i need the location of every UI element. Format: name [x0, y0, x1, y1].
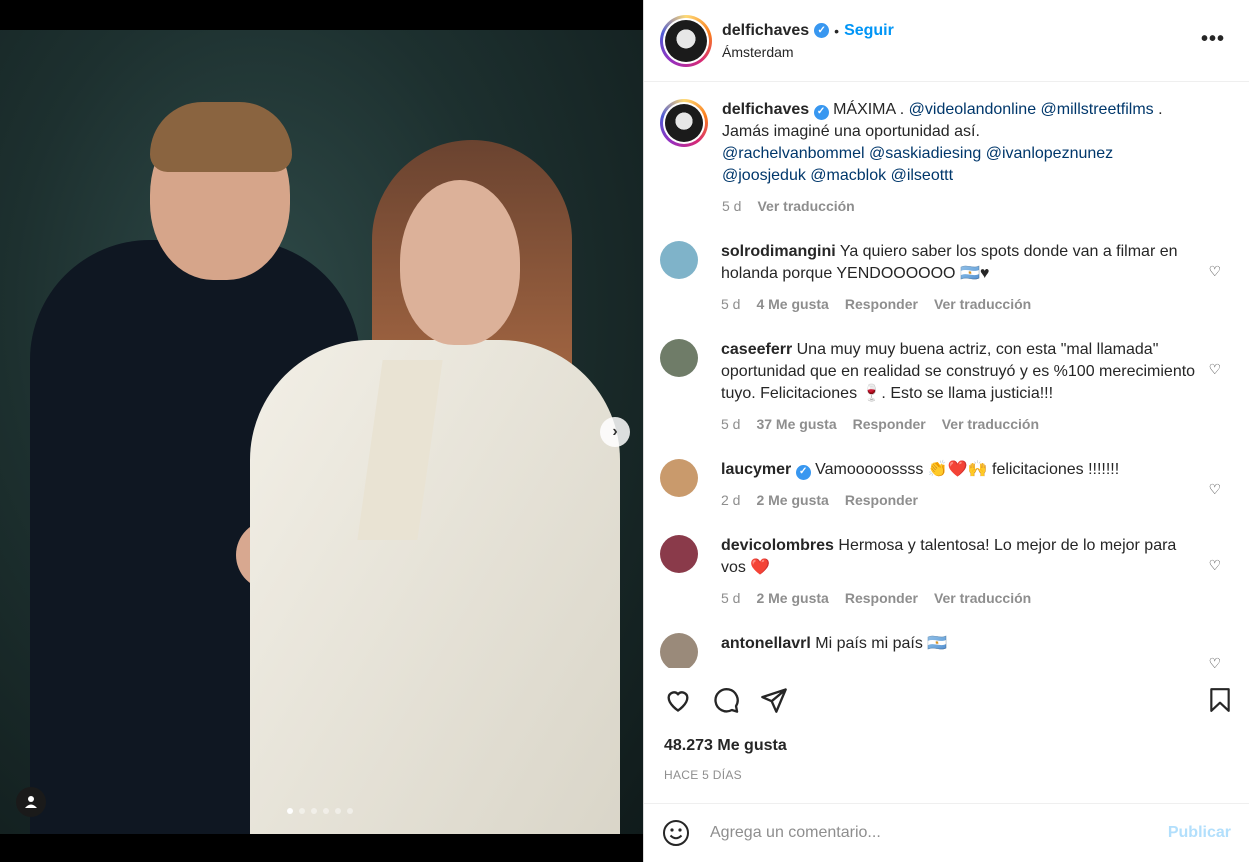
- comment-item: caseeferr Una muy muy buena actriz, con …: [660, 339, 1233, 435]
- comment-username[interactable]: devicolombres: [721, 537, 834, 554]
- bookmark-icon[interactable]: [1207, 686, 1233, 714]
- post-media: ›: [0, 0, 643, 862]
- follow-button[interactable]: Seguir: [844, 22, 894, 40]
- caption-username[interactable]: delfichaves: [722, 101, 809, 118]
- comment-username[interactable]: antonellavrl: [721, 635, 811, 652]
- post-photo[interactable]: [0, 30, 643, 834]
- post-header: delfichaves ✓ • Seguir Ámsterdam •••: [644, 0, 1249, 82]
- carousel-dots: [287, 808, 353, 814]
- avatar[interactable]: [660, 339, 698, 377]
- translate-button[interactable]: Ver traducción: [757, 195, 854, 217]
- comment-item: laucymer ✓ Vamooooossss 👏❤️🙌 felicitacio…: [660, 459, 1233, 511]
- carousel-dot: [299, 808, 305, 814]
- carousel-dot: [323, 808, 329, 814]
- user-icon: [25, 796, 37, 808]
- verified-icon: ✓: [814, 23, 830, 38]
- heart-icon[interactable]: ♡: [1208, 481, 1221, 498]
- tagged-users-button[interactable]: [16, 787, 46, 817]
- comment-bubble-icon[interactable]: [712, 686, 740, 714]
- comment-item: solrodimangini Ya quiero saber los spots…: [660, 241, 1233, 315]
- comment-text: Vamooooossss 👏❤️🙌 felicitaciones !!!!!!!: [815, 461, 1120, 478]
- avatar[interactable]: [660, 535, 698, 573]
- photo-woman-face: [400, 180, 520, 345]
- header-username[interactable]: delfichaves: [722, 22, 809, 40]
- more-options-icon[interactable]: •••: [1201, 28, 1225, 51]
- likes-count[interactable]: 48.273 Me gusta: [664, 737, 787, 755]
- comments-list[interactable]: delfichaves ✓ MÁXIMA . @videolandonline …: [644, 83, 1249, 668]
- translate-button[interactable]: Ver traducción: [934, 293, 1031, 315]
- avatar[interactable]: [660, 633, 698, 668]
- photo-man-hair: [150, 102, 292, 172]
- mention-link[interactable]: @macblok: [810, 167, 886, 184]
- comment-age[interactable]: 5 d: [721, 293, 740, 315]
- caption: delfichaves ✓ MÁXIMA . @videolandonline …: [660, 99, 1233, 217]
- verified-icon: ✓: [813, 104, 829, 120]
- header-separator: •: [834, 22, 840, 39]
- comment-text: Una muy muy buena actriz, con esta "mal …: [721, 341, 1196, 402]
- heart-icon[interactable]: ♡: [1208, 361, 1221, 378]
- post-side-panel: delfichaves ✓ • Seguir Ámsterdam ••• del…: [643, 0, 1249, 862]
- avatar[interactable]: [660, 241, 698, 279]
- comment-likes[interactable]: 2 Me gusta: [756, 489, 828, 511]
- carousel-dot: [347, 808, 353, 814]
- reply-button[interactable]: Responder: [853, 413, 926, 435]
- comment-item: antonellavrl Mi país mi país 🇦🇷 ♡: [660, 633, 1233, 668]
- comment-text: Mi país mi país 🇦🇷: [815, 635, 948, 652]
- mention-link[interactable]: @ilseottt: [891, 167, 953, 184]
- location-link[interactable]: Ámsterdam: [722, 44, 894, 60]
- reply-button[interactable]: Responder: [845, 293, 918, 315]
- reply-button[interactable]: Responder: [845, 489, 918, 511]
- mention-link[interactable]: @saskiadiesing: [869, 145, 981, 162]
- comment-age[interactable]: 2 d: [721, 489, 740, 511]
- heart-icon[interactable]: ♡: [1208, 655, 1221, 668]
- emoji-icon[interactable]: [662, 819, 690, 847]
- comment-likes[interactable]: 4 Me gusta: [756, 293, 828, 315]
- avatar[interactable]: [660, 459, 698, 497]
- translate-button[interactable]: Ver traducción: [942, 413, 1039, 435]
- comment-username[interactable]: laucymer: [721, 461, 791, 478]
- mention-link[interactable]: @rachelvanbommel: [722, 145, 865, 162]
- post-time[interactable]: HACE 5 DÍAS: [664, 768, 742, 782]
- reply-button[interactable]: Responder: [845, 587, 918, 609]
- caption-text: .: [1158, 101, 1163, 118]
- comment-username[interactable]: solrodimangini: [721, 243, 836, 260]
- comment-item: devicolombres Hermosa y talentosa! Lo me…: [660, 535, 1233, 609]
- carousel-next-button[interactable]: ›: [600, 417, 630, 447]
- caption-avatar[interactable]: [660, 99, 708, 147]
- heart-icon[interactable]: ♡: [1208, 263, 1221, 280]
- heart-icon[interactable]: ♡: [1208, 557, 1221, 574]
- mention-link[interactable]: @ivanlopeznunez: [986, 145, 1113, 162]
- caption-text: Jamás imaginé una oportunidad así.: [722, 123, 980, 140]
- publish-button[interactable]: Publicar: [1168, 824, 1231, 842]
- chevron-right-icon: ›: [612, 423, 618, 440]
- comment-username[interactable]: caseeferr: [721, 341, 792, 358]
- comment-age[interactable]: 5 d: [721, 413, 740, 435]
- comment-input[interactable]: [710, 824, 1168, 842]
- mention-link[interactable]: @joosjeduk: [722, 167, 806, 184]
- comment-likes[interactable]: 2 Me gusta: [756, 587, 828, 609]
- carousel-dot: [335, 808, 341, 814]
- mention-link[interactable]: @millstreetfilms: [1041, 101, 1154, 118]
- action-bar: [660, 686, 1233, 716]
- comment-composer: Publicar: [644, 803, 1249, 862]
- share-send-icon[interactable]: [760, 686, 788, 714]
- comment-age[interactable]: 5 d: [721, 587, 740, 609]
- carousel-dot: [311, 808, 317, 814]
- like-heart-icon[interactable]: [664, 686, 692, 714]
- avatar[interactable]: [660, 14, 712, 67]
- carousel-dot: [287, 808, 293, 814]
- caption-age[interactable]: 5 d: [722, 195, 741, 217]
- translate-button[interactable]: Ver traducción: [934, 587, 1031, 609]
- comment-likes[interactable]: 37 Me gusta: [756, 413, 836, 435]
- verified-icon: ✓: [795, 464, 811, 480]
- caption-text: MÁXIMA .: [833, 101, 905, 118]
- mention-link[interactable]: @videolandonline: [909, 101, 1036, 118]
